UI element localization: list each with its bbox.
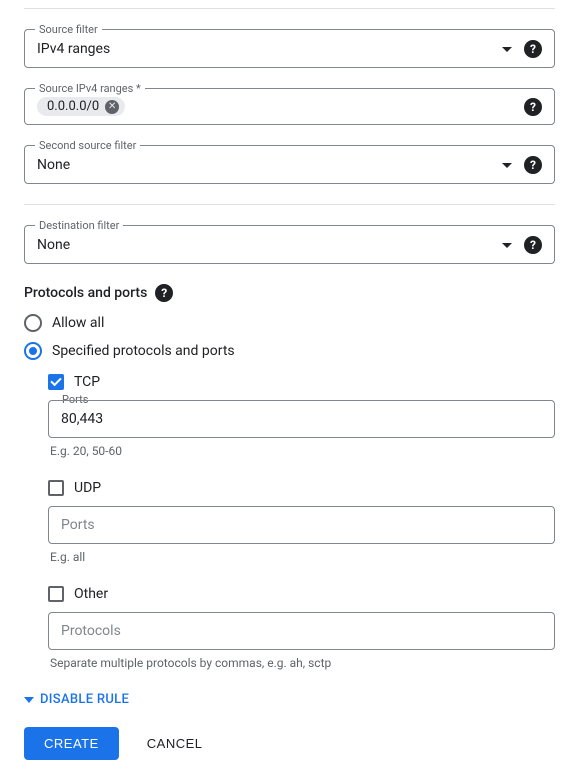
divider xyxy=(24,204,555,205)
help-icon[interactable]: ? xyxy=(524,236,542,254)
disable-rule-toggle[interactable]: DISABLE RULE xyxy=(24,692,555,707)
tcp-block: TCP Ports 80,443 E.g. 20, 50-60 xyxy=(48,374,555,458)
radio-allow-all-label: Allow all xyxy=(52,315,104,331)
destination-filter-select[interactable]: Destination filter None ? xyxy=(24,225,555,264)
protocols-header-text: Protocols and ports xyxy=(24,285,147,301)
tcp-ports-input[interactable]: 80,443 xyxy=(48,400,555,438)
udp-block: UDP Ports E.g. all xyxy=(48,480,555,564)
ip-range-chip-text: 0.0.0.0/0 xyxy=(47,99,99,114)
radio-specified-label: Specified protocols and ports xyxy=(52,343,235,359)
source-ipv4-group: Source IPv4 ranges * 0.0.0.0/0 ✕ ? xyxy=(24,88,555,125)
other-block: Other Protocols Separate multiple protoc… xyxy=(48,586,555,670)
source-ipv4-input[interactable]: Source IPv4 ranges * 0.0.0.0/0 ✕ ? xyxy=(24,88,555,125)
second-source-filter-label: Second source filter xyxy=(35,139,140,152)
chevron-down-icon xyxy=(502,47,512,52)
udp-label: UDP xyxy=(74,480,101,496)
radio-icon xyxy=(24,342,42,360)
chevron-down-icon xyxy=(24,697,34,703)
udp-ports-input[interactable]: Ports xyxy=(48,506,555,544)
protocols-header: Protocols and ports ? xyxy=(24,284,555,302)
destination-filter-label: Destination filter xyxy=(35,219,123,232)
close-icon[interactable]: ✕ xyxy=(105,100,119,114)
help-icon[interactable]: ? xyxy=(524,40,542,58)
chevron-down-icon xyxy=(502,163,512,168)
tcp-label: TCP xyxy=(74,374,100,390)
source-ipv4-label: Source IPv4 ranges * xyxy=(35,82,145,95)
second-source-filter-select[interactable]: Second source filter None ? xyxy=(24,145,555,184)
udp-checkbox-row[interactable]: UDP xyxy=(48,480,555,496)
cancel-button[interactable]: CANCEL xyxy=(147,736,203,751)
radio-icon xyxy=(24,314,42,332)
other-checkbox-row[interactable]: Other xyxy=(48,586,555,602)
checkbox-icon xyxy=(48,374,64,390)
ip-range-chip[interactable]: 0.0.0.0/0 ✕ xyxy=(37,97,125,116)
other-label: Other xyxy=(74,586,108,602)
source-filter-select[interactable]: Source filter IPv4 ranges ? xyxy=(24,29,555,68)
radio-specified[interactable]: Specified protocols and ports xyxy=(24,342,555,360)
radio-allow-all[interactable]: Allow all xyxy=(24,314,555,332)
tcp-ports-hint: E.g. 20, 50-60 xyxy=(48,444,555,458)
other-protocols-hint: Separate multiple protocols by commas, e… xyxy=(48,656,555,670)
chevron-down-icon xyxy=(502,243,512,248)
destination-filter-group: Destination filter None ? xyxy=(24,225,555,264)
help-icon[interactable]: ? xyxy=(524,156,542,174)
help-icon[interactable]: ? xyxy=(524,98,542,116)
source-filter-group: Source filter IPv4 ranges ? xyxy=(24,29,555,68)
destination-filter-value: None xyxy=(37,237,502,253)
second-source-filter-group: Second source filter None ? xyxy=(24,145,555,184)
create-button[interactable]: CREATE xyxy=(24,727,119,760)
checkbox-icon xyxy=(48,586,64,602)
second-source-filter-value: None xyxy=(37,157,502,173)
other-protocols-input[interactable]: Protocols xyxy=(48,612,555,650)
source-filter-label: Source filter xyxy=(35,23,102,36)
disable-rule-label: DISABLE RULE xyxy=(40,692,129,707)
divider xyxy=(24,8,555,9)
source-filter-value: IPv4 ranges xyxy=(37,41,502,57)
tcp-checkbox-row[interactable]: TCP xyxy=(48,374,555,390)
udp-ports-hint: E.g. all xyxy=(48,550,555,564)
checkbox-icon xyxy=(48,480,64,496)
action-row: CREATE CANCEL xyxy=(24,727,555,760)
help-icon[interactable]: ? xyxy=(155,284,173,302)
